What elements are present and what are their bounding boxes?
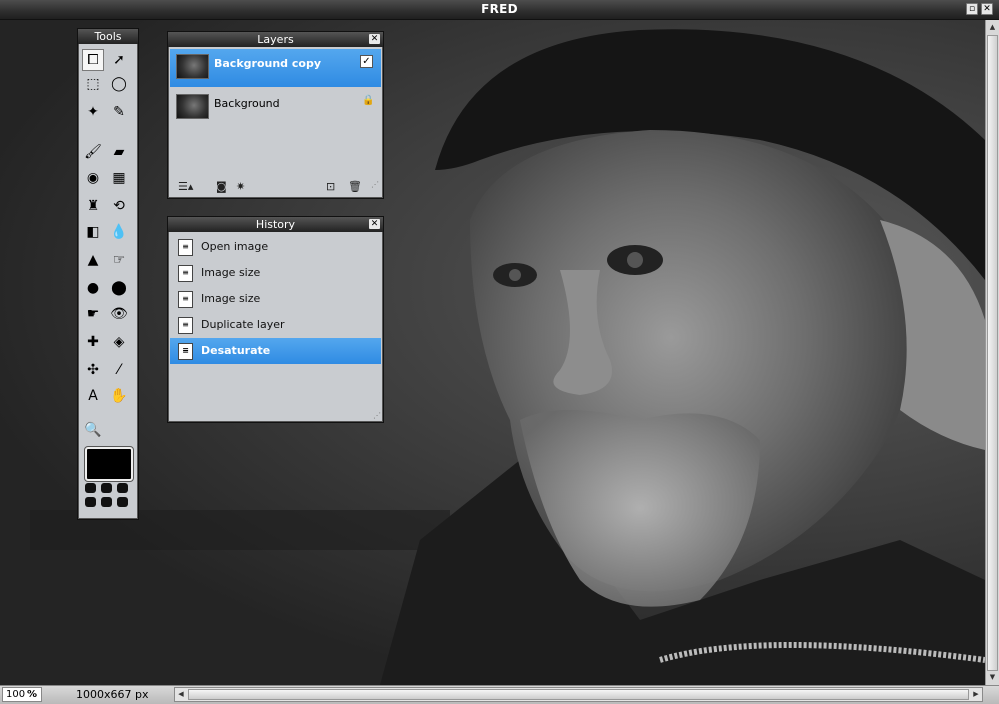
history-step-icon: ≡ xyxy=(178,265,193,282)
scroll-right-arrow-icon[interactable]: ▶ xyxy=(970,688,982,701)
swatch-preset[interactable] xyxy=(117,497,128,507)
window-title: FRED xyxy=(481,2,518,16)
scroll-left-arrow-icon[interactable]: ◀ xyxy=(175,688,187,701)
tools-panel-title: Tools xyxy=(78,29,138,44)
close-icon[interactable]: ✕ xyxy=(981,3,993,15)
hand-tool-icon[interactable]: ✋ xyxy=(108,385,130,407)
sharpen-tool-icon[interactable]: ▲ xyxy=(82,249,104,271)
scroll-down-arrow-icon[interactable]: ▼ xyxy=(987,671,998,684)
photo-image xyxy=(30,29,985,685)
zoom-tool-icon[interactable]: 🔍 xyxy=(82,419,104,441)
layer-settings-icon[interactable]: ☰▴ xyxy=(178,180,193,193)
horizontal-scrollbar[interactable]: ◀ ▶ xyxy=(174,687,983,702)
red-eye-tool-icon[interactable]: 👁 xyxy=(108,303,130,325)
history-item-label: Image size xyxy=(201,292,261,305)
marquee-tool-icon[interactable]: ⬚ xyxy=(82,73,104,95)
close-icon[interactable]: ✕ xyxy=(369,219,380,229)
image-canvas[interactable] xyxy=(0,20,985,685)
layers-toolbar: ☰▴ ◙ ✷ ⊡ 🗑 ⋰ xyxy=(170,178,381,196)
crop-tool-icon[interactable]: ⧠ xyxy=(82,49,104,71)
horizontal-scroll-thumb[interactable] xyxy=(188,689,969,700)
layer-name: Background copy xyxy=(214,57,321,70)
history-item[interactable]: ≡ Image size xyxy=(170,260,381,286)
sponge-tool-icon[interactable]: ● xyxy=(82,277,104,299)
layers-panel-title: Layers xyxy=(257,33,294,46)
zoom-value: 100 xyxy=(6,689,26,700)
swatch-preset[interactable] xyxy=(101,497,112,507)
magic-wand-tool-icon[interactable]: ✦ xyxy=(82,101,104,123)
layers-panel-header: Layers ✕ xyxy=(168,32,383,47)
eraser-tool-icon[interactable]: ▰ xyxy=(108,141,130,163)
scroll-up-arrow-icon[interactable]: ▲ xyxy=(987,21,998,34)
vertical-scrollbar[interactable]: ▲ ▼ xyxy=(985,20,999,685)
paint-bucket-tool-icon[interactable]: ◉ xyxy=(82,167,104,189)
history-step-icon: ≡ xyxy=(178,239,193,256)
brush-tool-icon[interactable]: 🖌 xyxy=(82,141,104,163)
swatch-preset[interactable] xyxy=(85,497,96,507)
shape-tool-icon[interactable]: ◧ xyxy=(82,221,104,243)
clone-stamp-tool-icon[interactable]: ♜ xyxy=(82,195,104,217)
history-panel: History ✕ ≡ Open image ≡ Image size ≡ Image s… xyxy=(167,216,384,423)
zoom-input[interactable]: 100 % xyxy=(2,687,42,702)
status-bar: 100 % 1000x667 px ◀ ▶ xyxy=(0,685,999,704)
history-step-icon: ≡ xyxy=(178,317,193,334)
title-bar: FRED ▫ ✕ xyxy=(0,0,999,20)
history-item-label: Image size xyxy=(201,266,261,279)
spot-heal-tool-icon[interactable]: ✚ xyxy=(82,331,104,353)
swatch-preset[interactable] xyxy=(85,483,96,493)
swatch-preset[interactable] xyxy=(117,483,128,493)
smudge-tool-icon[interactable]: ☞ xyxy=(108,249,130,271)
history-item-label: Open image xyxy=(201,240,269,253)
history-item[interactable]: ≡ Image size xyxy=(170,286,381,312)
layer-name: Background xyxy=(214,97,280,110)
blur-tool-icon[interactable]: 💧 xyxy=(108,221,130,243)
layer-mask-icon[interactable]: ◙ xyxy=(216,180,227,193)
history-item[interactable]: ≡ Desaturate xyxy=(170,338,381,364)
tools-panel: Tools ⧠ ➚ ⬚ ◯ ✦ ✎ 🖌 ▰ ◉ ▦ ♜ ⟲ ◧ 💧 ▲ ☞ ● ⬤ ☛ 👁 ✚ ◈ ✣ ⁄ A ✋ 🔍 xyxy=(77,28,139,520)
layer-row[interactable]: Background 🔒 xyxy=(170,89,381,127)
gradient-tool-icon[interactable]: ▦ xyxy=(108,167,130,189)
layer-visibility-checkbox[interactable]: ✓ xyxy=(360,55,373,68)
layer-style-icon[interactable]: ✷ xyxy=(236,180,245,193)
history-item[interactable]: ≡ Duplicate layer xyxy=(170,312,381,338)
history-item-label: Duplicate layer xyxy=(201,318,285,331)
dodge-tool-icon[interactable]: ☛ xyxy=(82,303,104,325)
image-dimensions: 1000x667 px xyxy=(76,688,149,701)
history-step-icon: ≡ xyxy=(178,343,193,360)
layer-thumbnail xyxy=(176,94,209,119)
pencil-tool-icon[interactable]: ✎ xyxy=(108,101,130,123)
history-step-icon: ≡ xyxy=(178,291,193,308)
history-item-label: Desaturate xyxy=(201,344,271,357)
lock-icon: 🔒 xyxy=(362,95,375,106)
type-tool-icon[interactable]: A xyxy=(82,385,104,407)
vertical-scroll-thumb[interactable] xyxy=(987,35,998,671)
layers-panel: Layers ✕ Background copy ✓ Background 🔒 … xyxy=(167,31,384,199)
new-layer-icon[interactable]: ⊡ xyxy=(326,180,335,193)
history-panel-header: History ✕ xyxy=(168,217,383,232)
history-item[interactable]: ≡ Open image xyxy=(170,234,381,260)
lasso-tool-icon[interactable]: ◯ xyxy=(108,73,130,95)
move-tool-icon[interactable]: ➚ xyxy=(108,49,130,71)
bloat-tool-icon[interactable]: ◈ xyxy=(108,331,130,353)
trash-icon[interactable]: 🗑 xyxy=(348,180,362,193)
close-icon[interactable]: ✕ xyxy=(369,34,380,44)
zoom-unit: % xyxy=(26,689,37,700)
burn-tool-icon[interactable]: ⬤ xyxy=(108,277,130,299)
swatch-preset[interactable] xyxy=(101,483,112,493)
color-replace-tool-icon[interactable]: ⟲ xyxy=(108,195,130,217)
resize-grip-icon[interactable]: ⋰ xyxy=(373,411,381,420)
layer-row[interactable]: Background copy ✓ xyxy=(170,49,381,87)
maximize-icon[interactable]: ▫ xyxy=(966,3,978,15)
layer-thumbnail xyxy=(176,54,209,79)
color-picker-tool-icon[interactable]: ⁄ xyxy=(108,359,130,381)
foreground-color-swatch[interactable] xyxy=(85,447,133,481)
resize-grip-icon[interactable]: ⋰ xyxy=(371,180,379,194)
history-panel-title: History xyxy=(255,218,296,231)
pinch-tool-icon[interactable]: ✣ xyxy=(82,359,104,381)
